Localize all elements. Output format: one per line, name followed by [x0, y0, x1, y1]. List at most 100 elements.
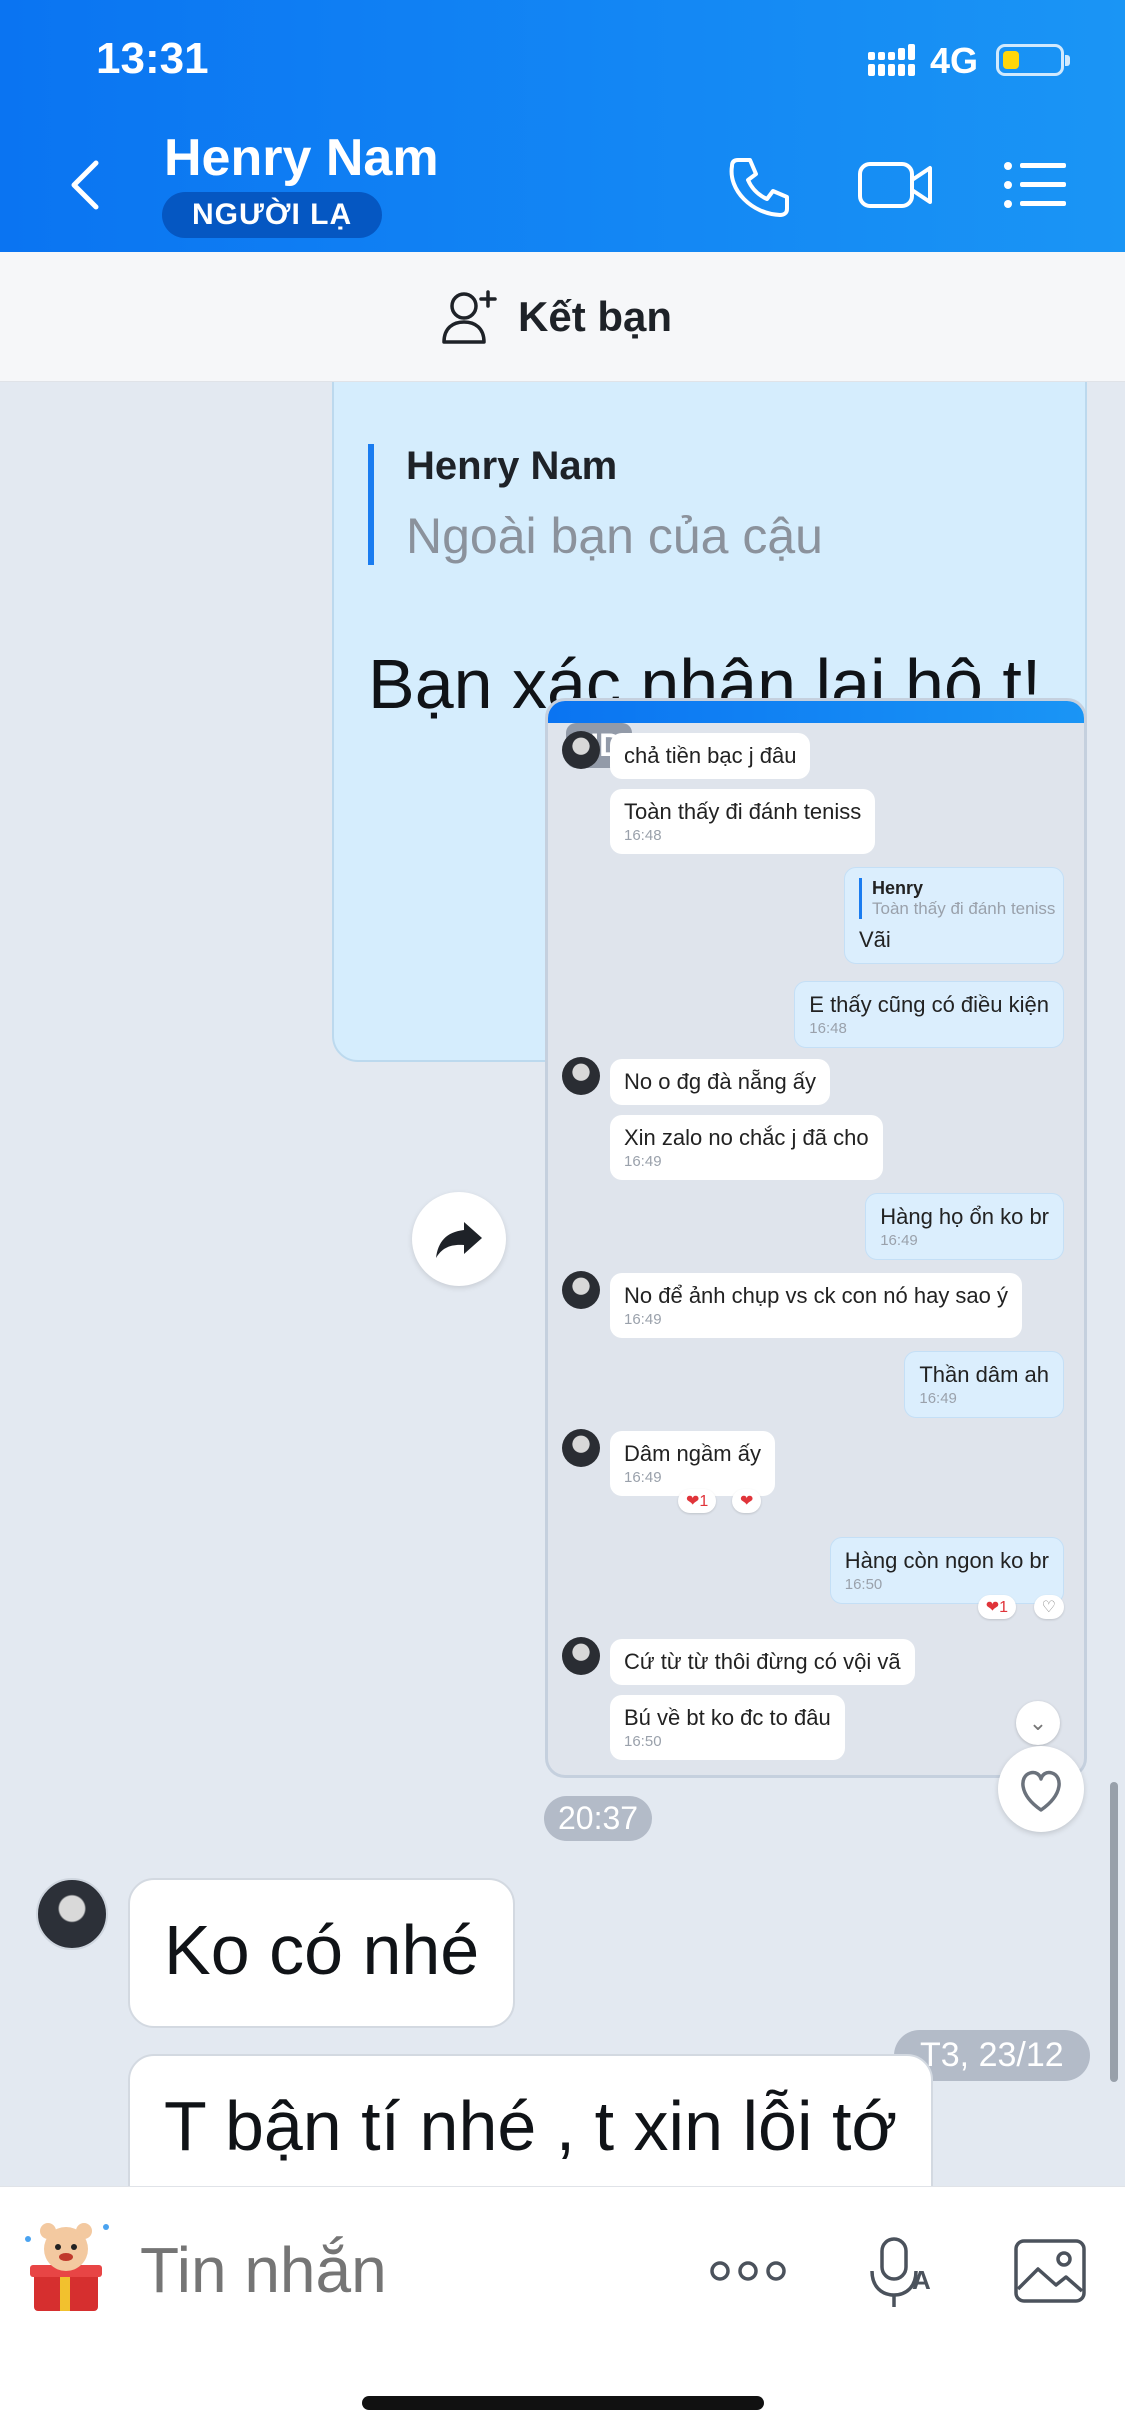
quote-text: Ngoài bạn của cậu [406, 508, 823, 564]
embedded-message: Hàng còn ngon ko br 16:50 [829, 1537, 1064, 1604]
list-item: Hàng còn ngon ko br 16:50 [829, 1537, 1064, 1604]
embedded-quote: Henry Toàn thấy đi đánh teniss [859, 878, 1056, 919]
embedded-time: 16:50 [844, 1576, 883, 1593]
list-item: Bú về bt ko đc to đâu 16:50 [610, 1695, 845, 1760]
embedded-time: 16:49 [919, 1390, 957, 1407]
video-call-icon[interactable] [856, 150, 936, 220]
voice-to-text-icon[interactable]: A [860, 2231, 940, 2311]
list-item: Xin zalo no chắc j đã cho 16:49 [610, 1115, 883, 1180]
list-item: Toàn thấy đi đánh teniss 16:48 [610, 789, 876, 854]
list-item: No o đg đà nẵng ấy [610, 1059, 831, 1105]
scrollbar[interactable] [1110, 1782, 1118, 2082]
add-friend-label: Kết bạn [518, 293, 673, 340]
like-button[interactable] [998, 1746, 1084, 1832]
incoming-message[interactable]: Ko có nhé [128, 1878, 516, 2028]
quoted-reply[interactable]: Henry Nam Ngoài bạn của cậu [368, 444, 823, 565]
list-item: E thấy cũng có điều kiện 16:48 [794, 981, 1064, 1048]
embedded-message: Toàn thấy đi đánh teniss 16:48 [610, 789, 876, 854]
embedded-time: 16:49 [624, 1311, 662, 1328]
contact-name[interactable]: Henry Nam [164, 128, 439, 188]
embedded-message: Dâm ngầm ấy 16:49 [610, 1431, 775, 1496]
reaction-badge: ❤1 [977, 1595, 1016, 1619]
embedded-message: E thấy cũng có điều kiện 16:48 [794, 981, 1064, 1048]
image-icon[interactable] [1010, 2231, 1090, 2311]
screenshot-header [548, 701, 1084, 723]
heart-outline-icon: ♡ [1033, 1595, 1064, 1619]
embedded-text: E thấy cũng có điều kiện [809, 992, 1049, 1017]
embedded-message: Henry Toàn thấy đi đánh teniss Vãi [844, 867, 1064, 964]
embedded-text: Hàng họ ổn ko br [880, 1204, 1049, 1229]
embedded-text: Xin zalo no chắc j đã cho [624, 1125, 869, 1150]
embedded-message: No o đg đà nẵng ấy [610, 1059, 831, 1105]
menu-list-icon[interactable] [1002, 150, 1068, 220]
svg-text:A: A [912, 2265, 931, 2295]
embedded-text: Cứ từ từ thôi đừng có vội vã [624, 1649, 901, 1674]
embedded-text: Dâm ngầm ấy [624, 1441, 761, 1466]
embedded-message: Xin zalo no chắc j đã cho 16:49 [610, 1115, 883, 1180]
embedded-text: Toàn thấy đi đánh teniss [624, 799, 862, 824]
avatar [562, 1637, 600, 1675]
list-item: Hàng họ ổn ko br 16:49 [865, 1193, 1064, 1260]
embedded-message: Hàng họ ổn ko br 16:49 [865, 1193, 1064, 1260]
embedded-message: Thần dâm ah 16:49 [904, 1351, 1064, 1418]
embedded-text: No để ảnh chụp vs ck con nó hay sao ý [624, 1283, 1009, 1308]
incoming-message[interactable]: T bận tí nhé , t xin lỗi tớ [128, 2054, 934, 2186]
image-message[interactable]: HD chả tiền bạc j đâu Toàn thấy đi đánh … [545, 698, 1087, 1778]
embedded-text: No o đg đà nẵng ấy [624, 1069, 817, 1094]
avatar [562, 1271, 600, 1309]
stranger-badge: NGƯỜI LẠ [162, 192, 383, 238]
more-icon[interactable] [706, 2231, 790, 2311]
network-type: 4G [930, 40, 979, 81]
embedded-text: chả tiền bạc j đâu [624, 743, 797, 768]
phone-icon[interactable] [722, 150, 792, 220]
add-friend-bar: Kết bạn [0, 252, 1125, 382]
scroll-down-icon: ⌄ [1016, 1701, 1060, 1745]
message-text: T bận tí nhé , t xin lỗi tớ [164, 2087, 898, 2165]
heart-outline-icon [1021, 1770, 1061, 1812]
avatar [562, 1429, 600, 1467]
sticker-icon[interactable] [20, 2215, 120, 2315]
add-friend-button[interactable]: Kết bạn [440, 288, 672, 346]
forward-button[interactable] [412, 1192, 506, 1286]
message-text: Ko có nhé [164, 1911, 480, 1989]
avatar [562, 1057, 600, 1095]
embedded-message: Cứ từ từ thôi đừng có vội vã [610, 1639, 915, 1685]
embedded-time: 16:48 [624, 827, 662, 844]
status-time: 13:31 [96, 34, 209, 83]
back-icon[interactable] [60, 155, 110, 215]
message-time: 20:37 [544, 1796, 653, 1841]
embedded-time: 16:49 [624, 1469, 662, 1486]
list-item: Henry Toàn thấy đi đánh teniss Vãi [844, 867, 1064, 964]
avatar[interactable] [36, 1878, 108, 1950]
message-input[interactable] [140, 2233, 660, 2307]
embedded-time: 16:48 [809, 1020, 847, 1037]
battery-icon [996, 44, 1070, 76]
list-item: Dâm ngầm ấy 16:49 [610, 1431, 775, 1496]
list-item: Cứ từ từ thôi đừng có vội vã [610, 1639, 915, 1685]
embedded-quote-text: Toàn thấy đi đánh teniss [872, 899, 1056, 918]
embedded-quote-author: Henry [872, 878, 924, 898]
embedded-text: Bú về bt ko đc to đâu [624, 1705, 831, 1730]
signal-icon [868, 44, 915, 76]
home-indicator[interactable] [362, 2396, 764, 2410]
embedded-text: Thần dâm ah [919, 1362, 1049, 1387]
list-item: chả tiền bạc j đâu [610, 733, 811, 779]
embedded-time: 16:50 [624, 1733, 662, 1750]
chat-header: 13:31 4G Henry Nam NGƯỜI LẠ [0, 0, 1125, 252]
embedded-text: Hàng còn ngon ko br [844, 1548, 1049, 1573]
embedded-message: chả tiền bạc j đâu [610, 733, 811, 779]
embedded-time: 16:49 [624, 1153, 662, 1170]
embedded-message: Bú về bt ko đc to đâu 16:50 [610, 1695, 845, 1760]
list-item: Thần dâm ah 16:49 [904, 1351, 1064, 1418]
embedded-text: Vãi [859, 927, 891, 952]
share-arrow-icon [436, 1222, 482, 1258]
reaction-badge: ❤1 [678, 1489, 717, 1513]
quote-author: Henry Nam [406, 444, 618, 488]
avatar [562, 731, 600, 769]
embedded-message: No để ảnh chụp vs ck con nó hay sao ý 16:… [610, 1273, 1023, 1338]
chat-area[interactable]: Henry Nam Ngoài bạn của cậu Bạn xác nhận… [0, 382, 1125, 2186]
add-friend-icon [442, 290, 497, 344]
heart-icon: ❤ [732, 1489, 762, 1513]
list-item: No để ảnh chụp vs ck con nó hay sao ý 16:… [610, 1273, 1023, 1338]
embedded-time: 16:49 [880, 1232, 918, 1249]
